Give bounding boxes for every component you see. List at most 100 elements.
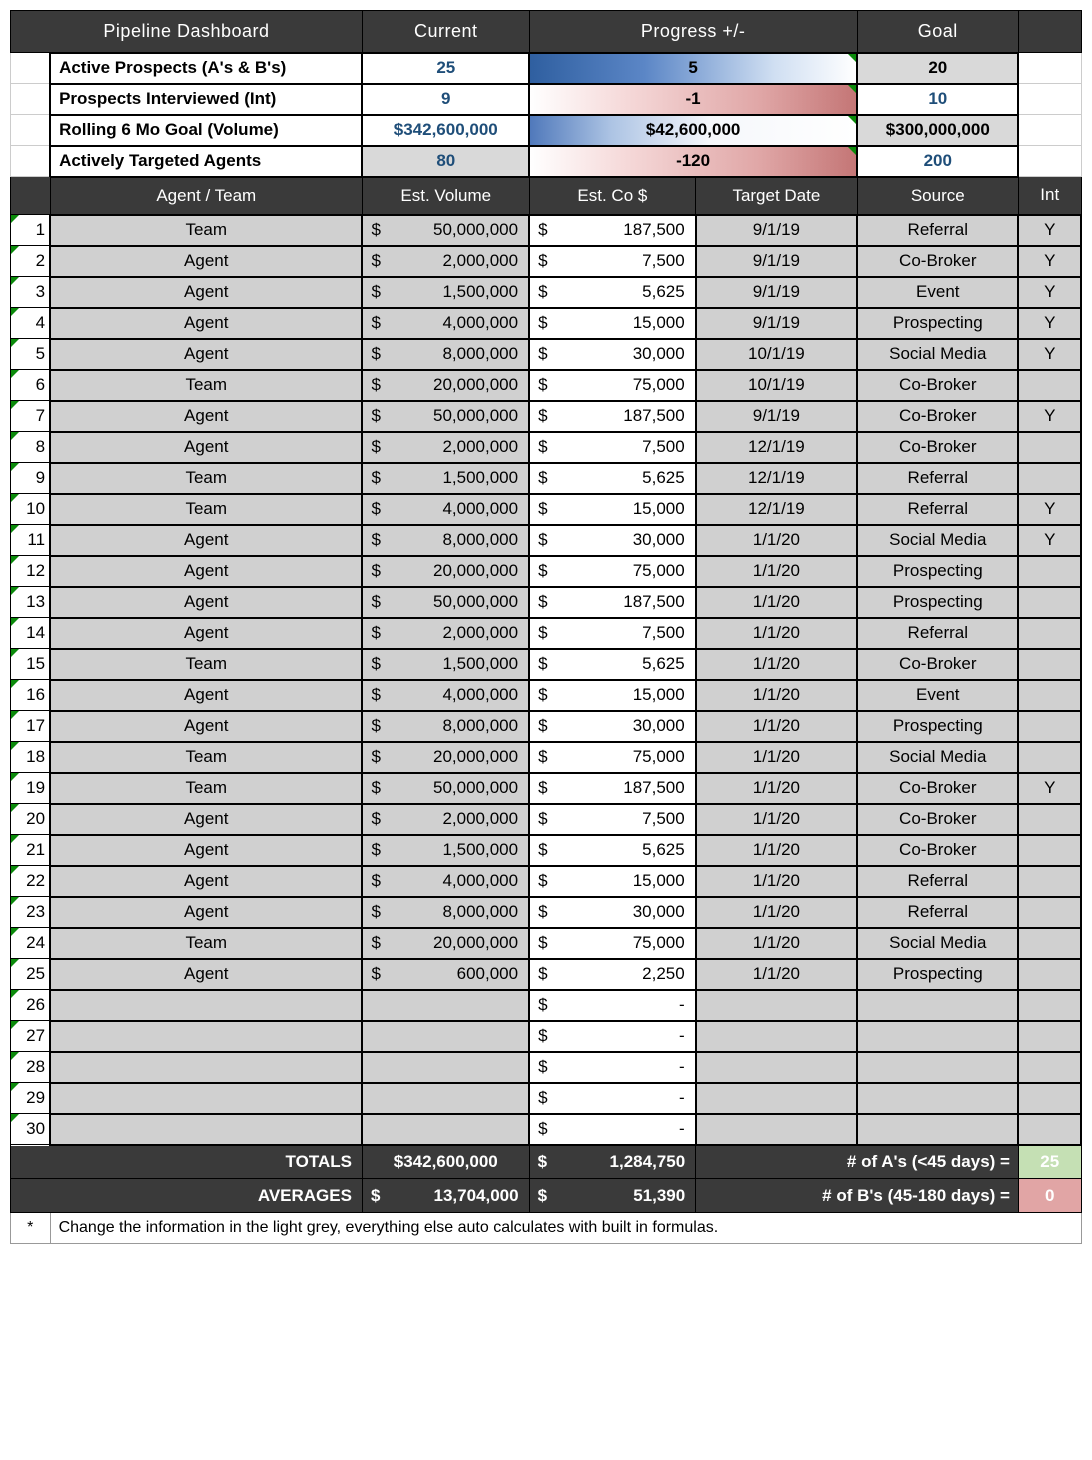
- cell-date[interactable]: 1/1/20: [696, 959, 857, 990]
- cell-vol[interactable]: $8,000,000: [362, 897, 529, 928]
- cell-agent[interactable]: Team: [50, 773, 362, 804]
- cell-vol[interactable]: $50,000,000: [362, 401, 529, 432]
- cell-source[interactable]: Co-Broker: [857, 649, 1018, 680]
- cell-date[interactable]: [696, 990, 857, 1021]
- cell-int[interactable]: Y: [1018, 277, 1081, 308]
- cell-int[interactable]: [1018, 1021, 1081, 1052]
- cell-vol[interactable]: [362, 1114, 529, 1145]
- cell-source[interactable]: Co-Broker: [857, 246, 1018, 277]
- cell-vol[interactable]: $600,000: [362, 959, 529, 990]
- cell-date[interactable]: 1/1/20: [696, 711, 857, 742]
- cell-agent[interactable]: Agent: [50, 432, 362, 463]
- cell-source[interactable]: Co-Broker: [857, 804, 1018, 835]
- cell-source[interactable]: [857, 1114, 1018, 1145]
- cell-int[interactable]: [1018, 866, 1081, 897]
- cell-int[interactable]: [1018, 742, 1081, 773]
- cell-date[interactable]: 1/1/20: [696, 525, 857, 556]
- cell-vol[interactable]: $4,000,000: [362, 308, 529, 339]
- cell-source[interactable]: Referral: [857, 618, 1018, 649]
- cell-vol[interactable]: $4,000,000: [362, 680, 529, 711]
- cell-int[interactable]: [1018, 928, 1081, 959]
- cell-vol[interactable]: $1,500,000: [362, 649, 529, 680]
- cell-agent[interactable]: Agent: [50, 277, 362, 308]
- cell-agent[interactable]: [50, 1114, 362, 1145]
- cell-date[interactable]: [696, 1052, 857, 1083]
- cell-date[interactable]: 9/1/19: [696, 246, 857, 277]
- cell-date[interactable]: [696, 1083, 857, 1114]
- cell-agent[interactable]: Team: [50, 494, 362, 525]
- cell-date[interactable]: 12/1/19: [696, 463, 857, 494]
- cell-vol[interactable]: $2,000,000: [362, 804, 529, 835]
- cell-int[interactable]: Y: [1018, 339, 1081, 370]
- cell-date[interactable]: 9/1/19: [696, 215, 857, 246]
- cell-vol[interactable]: $20,000,000: [362, 742, 529, 773]
- cell-int[interactable]: [1018, 835, 1081, 866]
- cell-vol[interactable]: $4,000,000: [362, 494, 529, 525]
- cell-source[interactable]: Prospecting: [857, 308, 1018, 339]
- cell-int[interactable]: [1018, 897, 1081, 928]
- cell-agent[interactable]: Team: [50, 928, 362, 959]
- cell-agent[interactable]: [50, 1052, 362, 1083]
- cell-int[interactable]: [1018, 804, 1081, 835]
- metric-current[interactable]: 9: [362, 84, 529, 115]
- cell-vol[interactable]: [362, 1052, 529, 1083]
- cell-date[interactable]: 1/1/20: [696, 680, 857, 711]
- cell-source[interactable]: Co-Broker: [857, 432, 1018, 463]
- cell-date[interactable]: 1/1/20: [696, 587, 857, 618]
- cell-agent[interactable]: Agent: [50, 680, 362, 711]
- cell-date[interactable]: 1/1/20: [696, 804, 857, 835]
- cell-int[interactable]: [1018, 1052, 1081, 1083]
- cell-source[interactable]: Co-Broker: [857, 370, 1018, 401]
- cell-agent[interactable]: Team: [50, 649, 362, 680]
- cell-date[interactable]: 1/1/20: [696, 928, 857, 959]
- cell-agent[interactable]: Agent: [50, 401, 362, 432]
- metric-goal[interactable]: 200: [857, 146, 1018, 177]
- cell-vol[interactable]: $50,000,000: [362, 773, 529, 804]
- cell-agent[interactable]: Agent: [50, 711, 362, 742]
- cell-date[interactable]: [696, 1021, 857, 1052]
- cell-agent[interactable]: Agent: [50, 339, 362, 370]
- cell-date[interactable]: 1/1/20: [696, 773, 857, 804]
- cell-agent[interactable]: Agent: [50, 556, 362, 587]
- cell-int[interactable]: [1018, 959, 1081, 990]
- cell-source[interactable]: Co-Broker: [857, 773, 1018, 804]
- cell-agent[interactable]: Agent: [50, 618, 362, 649]
- cell-agent[interactable]: [50, 990, 362, 1021]
- cell-source[interactable]: [857, 990, 1018, 1021]
- cell-int[interactable]: [1018, 463, 1081, 494]
- cell-int[interactable]: Y: [1018, 773, 1081, 804]
- cell-vol[interactable]: $50,000,000: [362, 587, 529, 618]
- cell-vol[interactable]: $2,000,000: [362, 246, 529, 277]
- cell-agent[interactable]: [50, 1021, 362, 1052]
- cell-agent[interactable]: Agent: [50, 897, 362, 928]
- cell-vol[interactable]: $2,000,000: [362, 618, 529, 649]
- metric-goal[interactable]: $300,000,000: [857, 115, 1018, 146]
- cell-date[interactable]: 12/1/19: [696, 432, 857, 463]
- cell-int[interactable]: [1018, 370, 1081, 401]
- cell-agent[interactable]: Agent: [50, 959, 362, 990]
- cell-source[interactable]: Referral: [857, 215, 1018, 246]
- cell-vol[interactable]: $8,000,000: [362, 711, 529, 742]
- cell-int[interactable]: [1018, 1083, 1081, 1114]
- cell-source[interactable]: [857, 1052, 1018, 1083]
- cell-source[interactable]: Prospecting: [857, 959, 1018, 990]
- cell-vol[interactable]: $20,000,000: [362, 556, 529, 587]
- cell-int[interactable]: [1018, 680, 1081, 711]
- cell-int[interactable]: Y: [1018, 494, 1081, 525]
- cell-source[interactable]: Referral: [857, 897, 1018, 928]
- cell-vol[interactable]: [362, 1083, 529, 1114]
- cell-source[interactable]: Event: [857, 680, 1018, 711]
- metric-goal[interactable]: 10: [857, 84, 1018, 115]
- cell-date[interactable]: 1/1/20: [696, 835, 857, 866]
- cell-date[interactable]: 10/1/19: [696, 370, 857, 401]
- cell-int[interactable]: [1018, 556, 1081, 587]
- cell-date[interactable]: 12/1/19: [696, 494, 857, 525]
- cell-date[interactable]: 1/1/20: [696, 897, 857, 928]
- cell-vol[interactable]: $4,000,000: [362, 866, 529, 897]
- metric-current[interactable]: 25: [362, 53, 529, 84]
- cell-source[interactable]: Co-Broker: [857, 835, 1018, 866]
- cell-agent[interactable]: Agent: [50, 835, 362, 866]
- cell-agent[interactable]: Agent: [50, 308, 362, 339]
- cell-int[interactable]: Y: [1018, 525, 1081, 556]
- cell-vol[interactable]: $8,000,000: [362, 339, 529, 370]
